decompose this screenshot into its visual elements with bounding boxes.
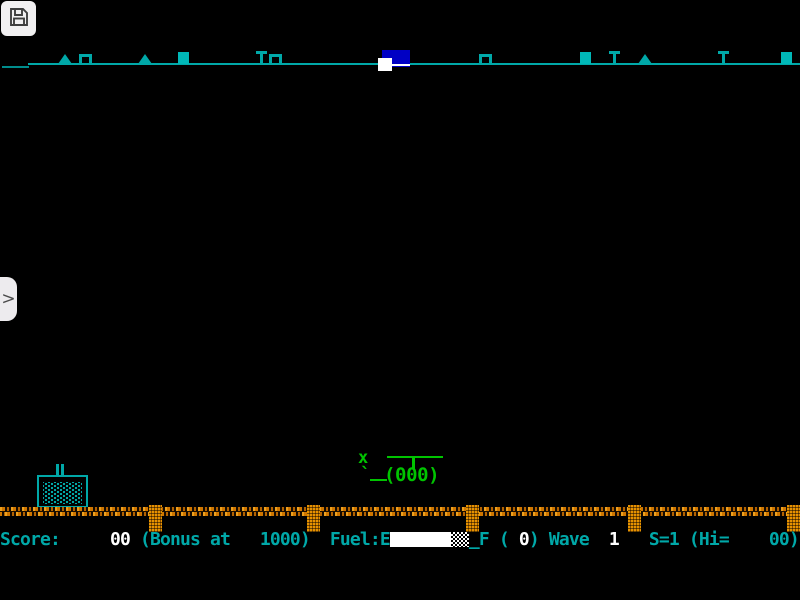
map-structure-gate <box>479 54 492 64</box>
ground-pattern-row-top <box>0 507 800 511</box>
helicopter-rotor-blade <box>387 456 443 458</box>
status-segment: 00 <box>110 529 130 550</box>
minimap-player-marker <box>378 58 392 71</box>
map-structure-pyramid <box>638 54 652 64</box>
status-segment: ) Wave <box>529 529 609 550</box>
status-bar: Score: 00 (Bonus at 1000) Fuel:E _F ( 0) … <box>0 529 800 550</box>
floppy-disk-icon <box>8 6 30 32</box>
fuel-gauge-dither <box>451 532 469 547</box>
save-button[interactable] <box>1 1 36 36</box>
chevron-right-icon: > <box>1 291 15 308</box>
fuel-gauge-fill <box>390 532 451 547</box>
map-structure-tee <box>609 51 620 64</box>
ground-post <box>149 505 162 532</box>
status-segment: 1 <box>609 529 619 550</box>
ground-post <box>466 505 479 532</box>
minimap-terrain-stub <box>2 66 29 68</box>
map-structure-block <box>178 52 189 64</box>
fuel-gauge <box>390 532 469 547</box>
status-segment: _F ( <box>469 529 519 550</box>
map-structure-tee <box>718 51 729 64</box>
map-structure-tee <box>256 51 267 64</box>
helicopter-tail-tick: ` <box>360 466 371 484</box>
map-structure-block <box>580 52 591 64</box>
game-screen[interactable]: x ` (000) Score: 00 (Bonus at 1000) Fuel… <box>0 0 800 600</box>
status-text: Score: 00 (Bonus at 1000) Fuel:E _F ( 0) … <box>0 529 799 550</box>
map-structure-pyramid <box>138 54 152 64</box>
status-segment: 0 <box>519 529 529 550</box>
minimap-viewport-underline <box>392 64 410 66</box>
ground-post <box>787 505 800 532</box>
map-structure-block <box>781 52 792 64</box>
ground-post <box>628 505 641 532</box>
helicopter-body: (000) <box>384 464 439 486</box>
depot-fill-pattern <box>43 482 82 504</box>
map-structure-pyramid <box>58 54 72 64</box>
sidebar-toggle-button[interactable]: > <box>0 277 17 321</box>
ground-pattern-row-bottom <box>0 512 800 516</box>
map-structure-gate <box>269 54 282 64</box>
ground-post <box>307 505 320 532</box>
status-segment: (Bonus at 1000) Fuel:E <box>130 529 390 550</box>
map-structure-gate <box>79 54 92 64</box>
ground-strip <box>0 507 800 516</box>
status-segment: Score: <box>0 529 110 550</box>
status-segment: S=1 (Hi= 00) <box>619 529 799 550</box>
depot-tank <box>37 475 88 508</box>
